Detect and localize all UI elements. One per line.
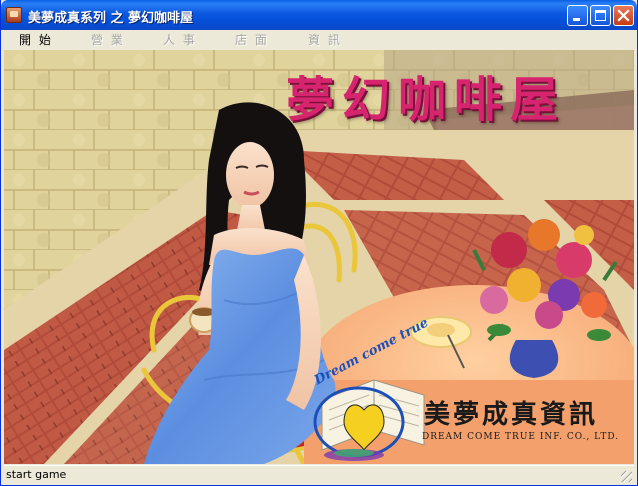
menu-business[interactable]: 營 業 — [91, 31, 125, 48]
status-bar: start game — [4, 465, 634, 484]
close-icon — [617, 9, 630, 22]
app-window: 美夢成真系列 之 夢幻咖啡屋 開 始 營 業 人 事 店 面 資 訊 夢幻咖啡屋… — [0, 0, 638, 486]
title-bar[interactable]: 美夢成真系列 之 夢幻咖啡屋 — [1, 0, 637, 30]
menu-personnel[interactable]: 人 事 — [163, 31, 197, 48]
status-text: start game — [6, 468, 67, 481]
minimize-button[interactable] — [567, 5, 588, 26]
minimize-icon — [573, 18, 580, 21]
splash-screen[interactable]: 夢幻咖啡屋 Dream come true 美夢成真資訊 DREAM COME … — [4, 50, 634, 464]
menu-storefront[interactable]: 店 面 — [235, 31, 269, 48]
company-name-en: DREAM COME TRUE INF. CO., LTD. — [422, 432, 620, 442]
menu-info[interactable]: 資 訊 — [308, 31, 342, 48]
menu-start[interactable]: 開 始 — [19, 31, 53, 48]
close-button[interactable] — [613, 5, 634, 26]
menu-bar: 開 始 營 業 人 事 店 面 資 訊 — [4, 30, 634, 49]
coffee-app-icon[interactable] — [6, 7, 22, 23]
maximize-icon — [595, 10, 606, 21]
window-title: 美夢成真系列 之 夢幻咖啡屋 — [28, 11, 194, 26]
resize-grip-icon[interactable] — [621, 471, 632, 482]
company-name-cn: 美夢成真資訊 — [424, 400, 599, 430]
maximize-button[interactable] — [590, 5, 611, 26]
game-title: 夢幻咖啡屋 — [286, 72, 567, 128]
